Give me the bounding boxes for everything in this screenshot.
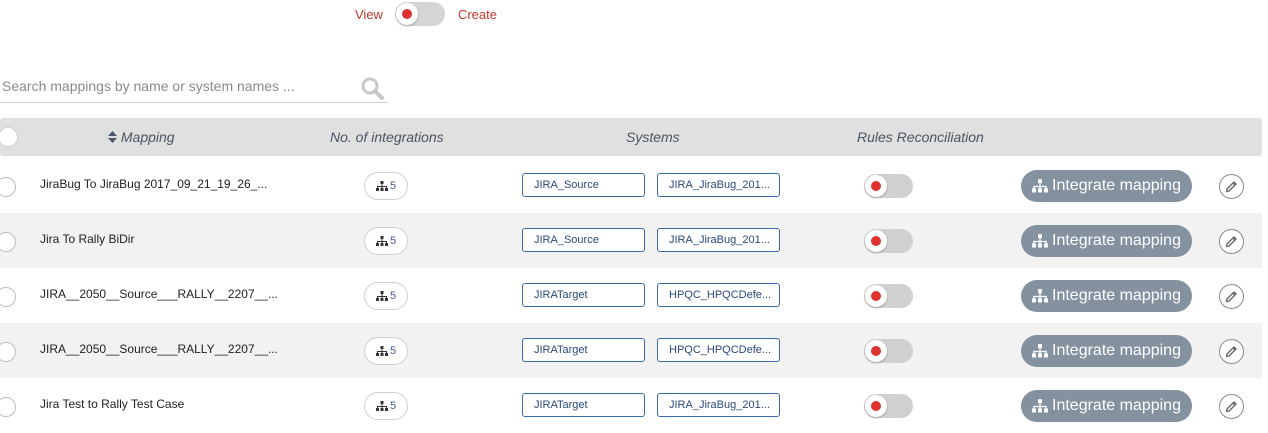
rules-reconciliation-toggle[interactable] — [864, 229, 913, 253]
mapping-name[interactable]: JIRA__2050__Source___RALLY__2207__... — [40, 342, 278, 356]
integrate-mapping-label: Integrate mapping — [1052, 287, 1181, 304]
sitemap-icon — [1032, 288, 1048, 302]
system-target[interactable]: HPQC_HPQCDefe... — [657, 338, 780, 362]
pencil-icon — [1225, 401, 1237, 413]
integrate-mapping-label: Integrate mapping — [1052, 342, 1181, 359]
search-input[interactable] — [0, 70, 340, 102]
system-source[interactable]: JIRATarget — [522, 283, 645, 307]
integrations-count[interactable]: 5 — [364, 392, 408, 420]
mapping-name[interactable]: Jira To Rally BiDir — [40, 232, 134, 246]
column-header-integrations: No. of integrations — [330, 129, 444, 145]
rules-reconciliation-toggle[interactable] — [864, 339, 913, 363]
system-source[interactable]: JIRA_Source — [522, 228, 645, 252]
rules-reconciliation-toggle[interactable] — [864, 284, 913, 308]
sort-icon[interactable] — [108, 131, 117, 143]
system-source[interactable]: JIRA_Source — [522, 173, 645, 197]
edit-button[interactable] — [1219, 394, 1244, 419]
table-header: Mapping No. of integrations Systems Rule… — [0, 118, 1262, 156]
toggle-knob — [865, 175, 887, 197]
integrations-count[interactable]: 5 — [364, 282, 408, 310]
row-select-radio[interactable] — [0, 177, 16, 197]
system-target[interactable]: JIRA_JiraBug_201... — [657, 393, 780, 417]
integrate-mapping-button[interactable]: Integrate mapping — [1021, 280, 1192, 312]
sitemap-icon — [1032, 398, 1048, 412]
integrations-count[interactable]: 5 — [364, 337, 408, 365]
toggle-knob — [865, 340, 887, 362]
edit-button[interactable] — [1219, 229, 1244, 254]
rules-reconciliation-toggle[interactable] — [864, 394, 913, 418]
integrations-count-value: 5 — [389, 290, 397, 302]
table-row: JiraBug To JiraBug 2017_09_21_19_26_... … — [0, 158, 1262, 213]
sitemap-icon — [1032, 178, 1048, 192]
create-label[interactable]: Create — [458, 7, 497, 22]
pencil-icon — [1225, 181, 1237, 193]
sitemap-icon — [375, 290, 388, 301]
column-header-mapping-label: Mapping — [120, 129, 175, 145]
pencil-icon — [1225, 236, 1237, 248]
integrate-mapping-label: Integrate mapping — [1052, 232, 1181, 249]
sitemap-icon — [375, 400, 388, 411]
system-target[interactable]: HPQC_HPQCDefe... — [657, 283, 780, 307]
column-header-mapping[interactable]: Mapping — [108, 118, 175, 156]
table-row: Jira To Rally BiDir 5 JIRA_Source JIRA_J… — [0, 213, 1262, 268]
edit-button[interactable] — [1219, 339, 1244, 364]
view-create-switch[interactable] — [394, 2, 445, 26]
toggle-knob — [865, 395, 887, 417]
integrate-mapping-button[interactable]: Integrate mapping — [1021, 225, 1192, 257]
integrate-mapping-label: Integrate mapping — [1052, 177, 1181, 194]
toggle-knob — [865, 230, 887, 252]
pencil-icon — [1225, 346, 1237, 358]
integrations-count-value: 5 — [389, 180, 397, 192]
sitemap-icon — [375, 180, 388, 191]
mode-toggle: View Create — [355, 0, 497, 28]
system-source[interactable]: JIRATarget — [522, 338, 645, 362]
integrations-count[interactable]: 5 — [364, 172, 408, 200]
pencil-icon — [1225, 291, 1237, 303]
mapping-name[interactable]: JiraBug To JiraBug 2017_09_21_19_26_... — [40, 177, 267, 191]
search-bar — [0, 70, 388, 103]
sitemap-icon — [1032, 343, 1048, 357]
column-header-systems: Systems — [626, 129, 680, 145]
integrations-count-value: 5 — [389, 235, 397, 247]
system-source[interactable]: JIRATarget — [522, 393, 645, 417]
row-select-radio[interactable] — [0, 287, 16, 307]
integrate-mapping-button[interactable]: Integrate mapping — [1021, 335, 1192, 367]
switch-knob — [395, 3, 418, 25]
column-header-rules: Rules Reconciliation — [857, 129, 984, 145]
integrate-mapping-button[interactable]: Integrate mapping — [1021, 170, 1192, 202]
row-select-radio[interactable] — [0, 397, 16, 417]
row-select-radio[interactable] — [0, 342, 16, 362]
view-label[interactable]: View — [355, 7, 383, 22]
rules-reconciliation-toggle[interactable] — [864, 174, 913, 198]
integrations-count-value: 5 — [389, 400, 397, 412]
edit-button[interactable] — [1219, 284, 1244, 309]
integrations-count-value: 5 — [389, 345, 397, 357]
toggle-knob — [865, 285, 887, 307]
integrate-mapping-button[interactable]: Integrate mapping — [1021, 390, 1192, 422]
table-row: JIRA__2050__Source___RALLY__2207__... 5 … — [0, 268, 1262, 323]
sitemap-icon — [375, 235, 388, 246]
integrations-count[interactable]: 5 — [364, 227, 408, 255]
select-all-checkbox[interactable] — [0, 127, 18, 147]
row-select-radio[interactable] — [0, 232, 16, 252]
mapping-name[interactable]: Jira Test to Rally Test Case — [40, 397, 184, 411]
sitemap-icon — [1032, 233, 1048, 247]
system-target[interactable]: JIRA_JiraBug_201... — [657, 228, 780, 252]
table-row: Jira Test to Rally Test Case 5 JIRATarge… — [0, 378, 1262, 433]
edit-button[interactable] — [1219, 174, 1244, 199]
mapping-name[interactable]: JIRA__2050__Source___RALLY__2207__... — [40, 287, 278, 301]
table-row: JIRA__2050__Source___RALLY__2207__... 5 … — [0, 323, 1262, 378]
sitemap-icon — [375, 345, 388, 356]
system-target[interactable]: JIRA_JiraBug_201... — [657, 173, 780, 197]
search-icon[interactable] — [360, 76, 384, 100]
integrate-mapping-label: Integrate mapping — [1052, 397, 1181, 414]
